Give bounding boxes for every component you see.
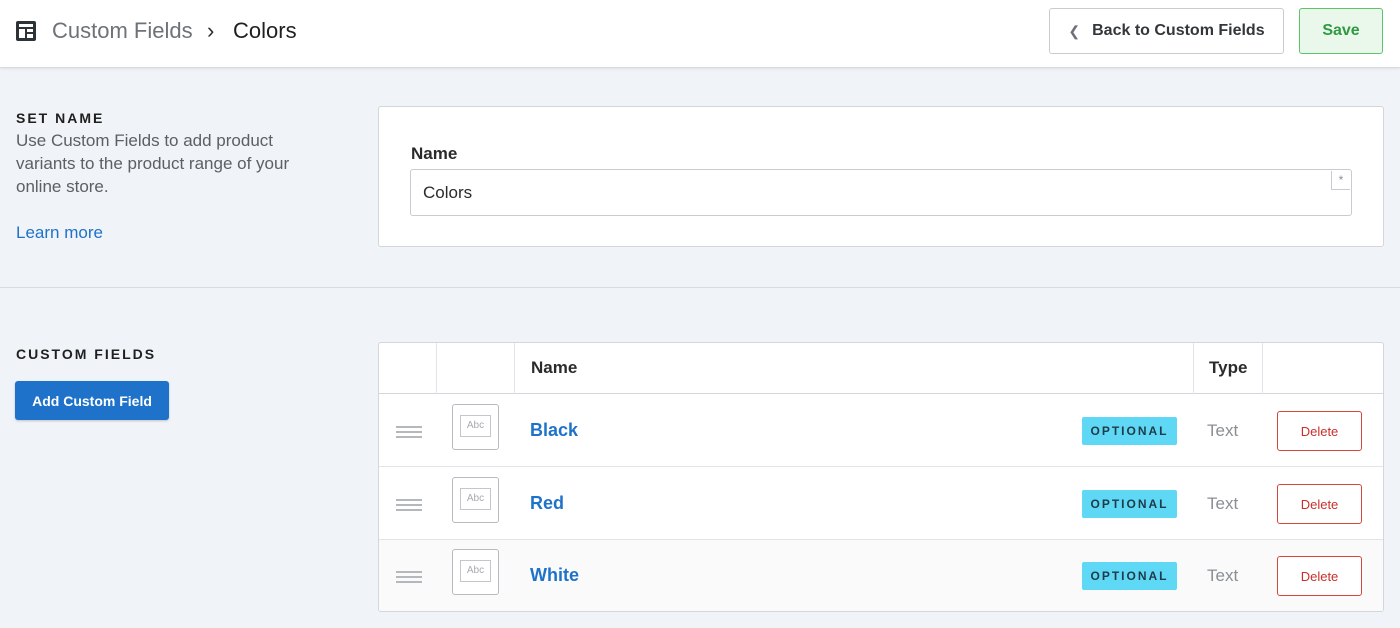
breadcrumb-separator-icon: › xyxy=(207,18,215,43)
optional-badge: OPTIONAL xyxy=(1082,417,1177,445)
field-type: Text xyxy=(1207,421,1239,440)
delete-button[interactable]: Delete xyxy=(1277,484,1362,524)
optional-badge: OPTIONAL xyxy=(1082,562,1177,590)
text-field-icon: Abc xyxy=(452,549,499,595)
add-custom-field-button[interactable]: Add Custom Field xyxy=(15,381,169,420)
text-field-icon: Abc xyxy=(452,404,499,450)
name-card: Name * xyxy=(378,106,1384,247)
set-name-description: Use Custom Fields to add product variant… xyxy=(16,131,290,196)
table-header: Name Type xyxy=(379,343,1383,394)
drag-handle-icon[interactable] xyxy=(396,499,422,511)
column-header-name: Name xyxy=(531,358,578,377)
table-row[interactable]: Abc Black OPTIONAL Text Delete xyxy=(379,395,1383,467)
custom-fields-heading: CUSTOM FIELDS xyxy=(16,346,157,362)
delete-button[interactable]: Delete xyxy=(1277,411,1362,451)
field-type: Text xyxy=(1207,566,1239,585)
text-field-icon: Abc xyxy=(452,477,499,523)
name-label: Name xyxy=(411,144,458,163)
column-header-type: Type xyxy=(1209,358,1248,377)
layout-icon xyxy=(16,21,36,41)
table-row[interactable]: Abc Red OPTIONAL Text Delete xyxy=(379,468,1383,540)
header-drag-column xyxy=(379,343,437,394)
chevron-left-icon: ❮ xyxy=(1068,22,1081,39)
optional-badge: OPTIONAL xyxy=(1082,490,1177,518)
drag-handle-icon[interactable] xyxy=(396,571,422,583)
field-name-link[interactable]: White xyxy=(530,565,579,586)
back-button-label: Back to Custom Fields xyxy=(1092,22,1265,39)
section-divider xyxy=(0,287,1400,288)
name-input[interactable] xyxy=(410,169,1352,216)
drag-handle-icon[interactable] xyxy=(396,426,422,438)
learn-more-link[interactable]: Learn more xyxy=(16,223,103,243)
delete-button[interactable]: Delete xyxy=(1277,556,1362,596)
header-icon-column xyxy=(437,343,515,394)
required-marker: * xyxy=(1331,171,1350,190)
top-bar: Custom Fields › Colors ❮ Back to Custom … xyxy=(0,0,1400,68)
breadcrumb-parent[interactable]: Custom Fields xyxy=(52,18,193,44)
page-title: Colors xyxy=(233,18,297,43)
field-name-link[interactable]: Red xyxy=(530,493,564,514)
custom-fields-table: Name Type Abc Black OPTIONAL Text Delete… xyxy=(378,342,1384,612)
field-name-link[interactable]: Black xyxy=(530,420,578,441)
field-type: Text xyxy=(1207,494,1239,513)
save-button[interactable]: Save xyxy=(1299,8,1383,54)
table-row[interactable]: Abc White OPTIONAL Text Delete xyxy=(379,540,1383,611)
back-to-custom-fields-button[interactable]: ❮ Back to Custom Fields xyxy=(1049,8,1284,54)
set-name-heading: SET NAME xyxy=(16,110,105,126)
